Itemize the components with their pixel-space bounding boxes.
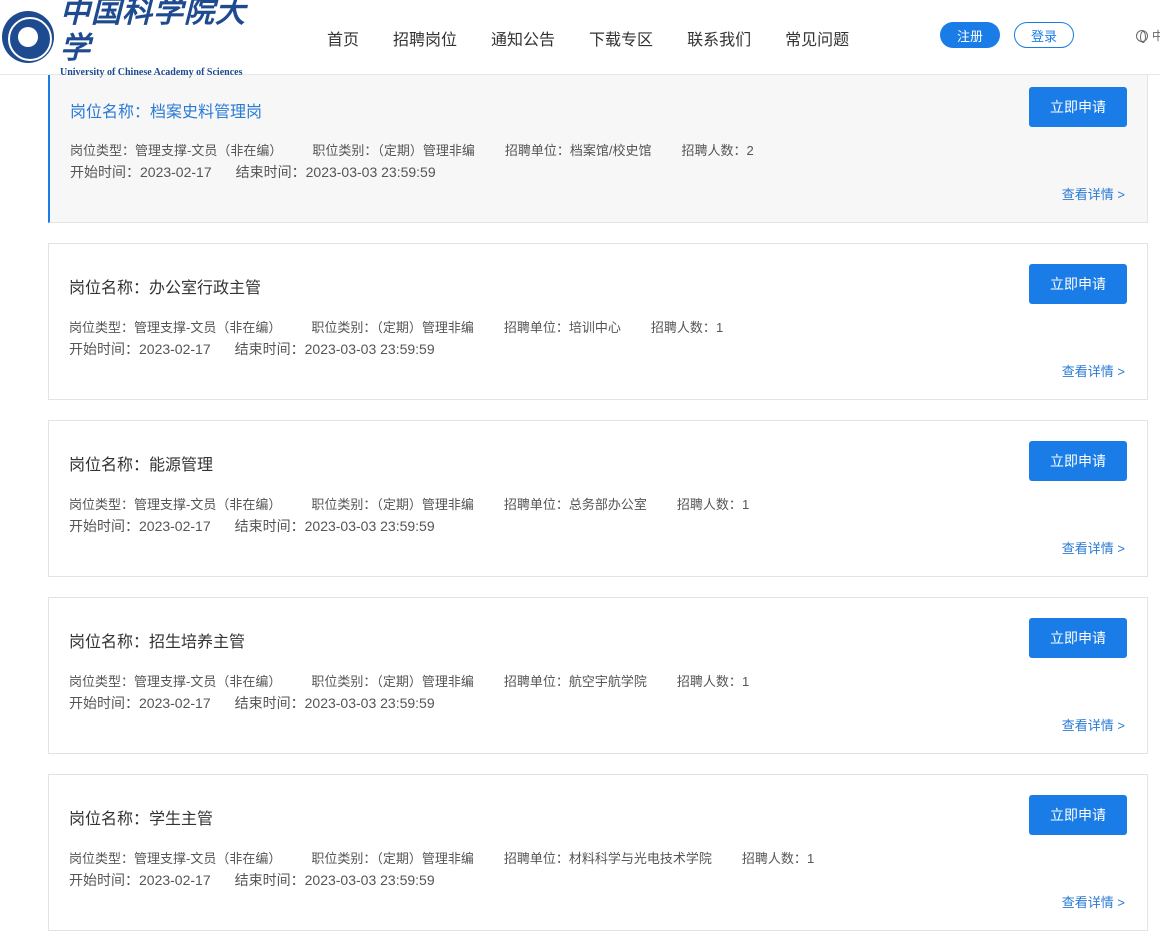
job-unit: 招聘单位：培训中心 bbox=[503, 320, 621, 335]
register-button[interactable]: 注册 bbox=[940, 22, 1000, 48]
job-card: 岗位名称：学生主管 岗位类型：管理支撑-文员（非在编） 职位类别：（定期）管理非… bbox=[48, 774, 1148, 931]
view-details-link[interactable]: 查看详情 > bbox=[1062, 361, 1125, 380]
apply-button[interactable]: 立即申请 bbox=[1029, 87, 1127, 127]
nav-home[interactable]: 首页 bbox=[327, 26, 359, 50]
job-type: 岗位类型：管理支撑-文员（非在编） bbox=[69, 674, 282, 689]
job-time-row: 开始时间：2023-02-17 结束时间：2023-03-03 23:59:59 bbox=[70, 162, 460, 182]
emblem-icon bbox=[2, 11, 54, 63]
job-type: 岗位类型：管理支撑-文员（非在编） bbox=[69, 851, 282, 866]
job-category: 职位类别：（定期）管理非编 bbox=[311, 674, 474, 689]
nav-downloads[interactable]: 下载专区 bbox=[589, 26, 653, 50]
job-unit: 招聘单位：总务部办公室 bbox=[503, 497, 647, 512]
nav-positions[interactable]: 招聘岗位 bbox=[393, 26, 457, 50]
job-end-time: 结束时间：2023-03-03 23:59:59 bbox=[235, 164, 436, 180]
site-header: 中国科学院大学 University of Chinese Academy of… bbox=[0, 0, 1160, 78]
nav-notices[interactable]: 通知公告 bbox=[491, 26, 555, 50]
view-details-link[interactable]: 查看详情 > bbox=[1062, 892, 1125, 911]
job-meta-row: 岗位类型：管理支撑-文员（非在编） 职位类别：（定期）管理非编 招聘单位：培训中… bbox=[69, 317, 753, 336]
job-time-row: 开始时间：2023-02-17 结束时间：2023-03-03 23:59:59 bbox=[69, 693, 459, 713]
view-details-link[interactable]: 查看详情 > bbox=[1062, 184, 1125, 203]
job-meta-row: 岗位类型：管理支撑-文员（非在编） 职位类别：（定期）管理非编 招聘单位：档案馆… bbox=[70, 140, 784, 159]
job-type: 岗位类型：管理支撑-文员（非在编） bbox=[69, 320, 282, 335]
job-count: 招聘人数：1 bbox=[741, 851, 815, 866]
job-category: 职位类别：（定期）管理非编 bbox=[311, 497, 474, 512]
job-card: 岗位名称：办公室行政主管 岗位类型：管理支撑-文员（非在编） 职位类别：（定期）… bbox=[48, 243, 1148, 400]
job-title[interactable]: 岗位名称：学生主管 bbox=[69, 805, 213, 829]
job-meta-row: 岗位类型：管理支撑-文员（非在编） 职位类别：（定期）管理非编 招聘单位：航空宇… bbox=[69, 671, 779, 690]
job-unit: 招聘单位：档案馆/校史馆 bbox=[504, 143, 652, 158]
job-category: 职位类别：（定期）管理非编 bbox=[311, 320, 474, 335]
job-card: 岗位名称：能源管理 岗位类型：管理支撑-文员（非在编） 职位类别：（定期）管理非… bbox=[48, 420, 1148, 577]
job-start-time: 开始时间：2023-02-17 bbox=[69, 872, 211, 888]
job-end-time: 结束时间：2023-03-03 23:59:59 bbox=[234, 872, 435, 888]
university-logo[interactable]: 中国科学院大学 University of Chinese Academy of… bbox=[2, 0, 252, 78]
job-time-row: 开始时间：2023-02-17 结束时间：2023-03-03 23:59:59 bbox=[69, 339, 459, 359]
apply-button[interactable]: 立即申请 bbox=[1029, 795, 1127, 835]
job-count: 招聘人数：1 bbox=[676, 674, 750, 689]
job-start-time: 开始时间：2023-02-17 bbox=[69, 518, 211, 534]
job-card: 岗位名称：招生培养主管 岗位类型：管理支撑-文员（非在编） 职位类别：（定期）管… bbox=[48, 597, 1148, 754]
job-count: 招聘人数：1 bbox=[650, 320, 724, 335]
nav-contact[interactable]: 联系我们 bbox=[687, 26, 751, 50]
apply-button[interactable]: 立即申请 bbox=[1029, 264, 1127, 304]
globe-icon bbox=[1136, 29, 1148, 43]
nav-faq[interactable]: 常见问题 bbox=[785, 26, 849, 50]
language-label: 中 bbox=[1152, 29, 1160, 43]
job-end-time: 结束时间：2023-03-03 23:59:59 bbox=[234, 518, 435, 534]
job-type: 岗位类型：管理支撑-文员（非在编） bbox=[70, 143, 283, 158]
language-switch[interactable]: 中 bbox=[1136, 27, 1160, 44]
job-title[interactable]: 岗位名称：招生培养主管 bbox=[69, 628, 245, 652]
job-category: 职位类别：（定期）管理非编 bbox=[311, 851, 474, 866]
logo-chinese-name: 中国科学院大学 bbox=[60, 0, 246, 66]
view-details-link[interactable]: 查看详情 > bbox=[1062, 715, 1125, 734]
login-button[interactable]: 登录 bbox=[1014, 22, 1074, 48]
job-meta-row: 岗位类型：管理支撑-文员（非在编） 职位类别：（定期）管理非编 招聘单位：总务部… bbox=[69, 494, 779, 513]
job-list: 岗位名称：档案史料管理岗 岗位类型：管理支撑-文员（非在编） 职位类别：（定期）… bbox=[48, 66, 1148, 931]
logo-text: 中国科学院大学 University of Chinese Academy of… bbox=[60, 0, 252, 79]
job-card: 岗位名称：档案史料管理岗 岗位类型：管理支撑-文员（非在编） 职位类别：（定期）… bbox=[48, 66, 1148, 223]
job-end-time: 结束时间：2023-03-03 23:59:59 bbox=[234, 695, 435, 711]
job-time-row: 开始时间：2023-02-17 结束时间：2023-03-03 23:59:59 bbox=[69, 870, 459, 890]
job-title[interactable]: 岗位名称：档案史料管理岗 bbox=[70, 98, 262, 122]
job-count: 招聘人数：2 bbox=[681, 143, 754, 158]
job-title[interactable]: 岗位名称：能源管理 bbox=[69, 451, 213, 475]
job-type: 岗位类型：管理支撑-文员（非在编） bbox=[69, 497, 282, 512]
job-unit: 招聘单位：材料科学与光电技术学院 bbox=[503, 851, 712, 866]
job-start-time: 开始时间：2023-02-17 bbox=[69, 695, 211, 711]
job-end-time: 结束时间：2023-03-03 23:59:59 bbox=[234, 341, 435, 357]
job-title[interactable]: 岗位名称：办公室行政主管 bbox=[69, 274, 261, 298]
view-details-link[interactable]: 查看详情 > bbox=[1062, 538, 1125, 557]
job-start-time: 开始时间：2023-02-17 bbox=[70, 164, 212, 180]
job-start-time: 开始时间：2023-02-17 bbox=[69, 341, 211, 357]
job-unit: 招聘单位：航空宇航学院 bbox=[503, 674, 647, 689]
job-time-row: 开始时间：2023-02-17 结束时间：2023-03-03 23:59:59 bbox=[69, 516, 459, 536]
main-nav: 首页 招聘岗位 通知公告 下载专区 联系我们 常见问题 bbox=[310, 0, 866, 75]
apply-button[interactable]: 立即申请 bbox=[1029, 441, 1127, 481]
job-count: 招聘人数：1 bbox=[676, 497, 750, 512]
job-category: 职位类别：（定期）管理非编 bbox=[312, 143, 475, 158]
logo-english-name: University of Chinese Academy of Science… bbox=[60, 67, 243, 78]
job-meta-row: 岗位类型：管理支撑-文员（非在编） 职位类别：（定期）管理非编 招聘单位：材料科… bbox=[69, 848, 844, 867]
apply-button[interactable]: 立即申请 bbox=[1029, 618, 1127, 658]
